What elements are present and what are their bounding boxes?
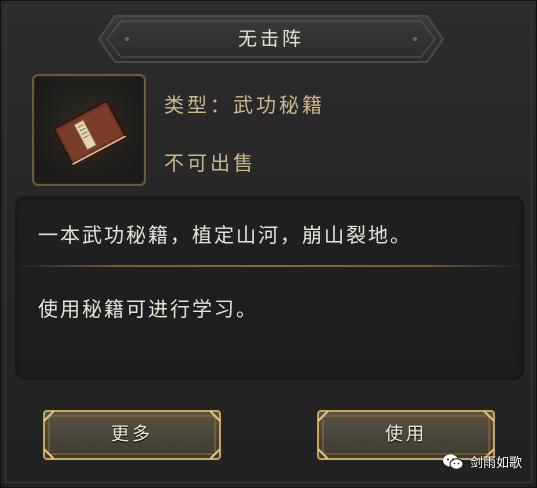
description-divider <box>15 265 524 267</box>
wechat-icon <box>442 454 464 470</box>
item-sell-status: 不可出售 <box>164 151 256 175</box>
item-detail-panel: 无击阵 类型：武功秘籍 不可出售 一本武功秘籍，植定山河，崩山裂地。 使用秘籍可… <box>0 0 537 488</box>
item-title: 无击阵 <box>237 28 304 50</box>
more-button[interactable]: 更多 <box>42 409 222 461</box>
flavor-text: 一本武功秘籍，植定山河，崩山裂地。 <box>38 223 412 247</box>
watermark: 剑雨如歌 <box>442 452 522 471</box>
title-plate: 无击阵 <box>97 14 445 64</box>
book-icon <box>54 101 129 166</box>
item-type: 类型：武功秘籍 <box>164 93 325 117</box>
usage-text: 使用秘籍可进行学习。 <box>38 297 258 321</box>
item-icon-slot <box>32 74 146 186</box>
more-button-label: 更多 <box>111 424 153 445</box>
watermark-text: 剑雨如歌 <box>469 456 522 471</box>
